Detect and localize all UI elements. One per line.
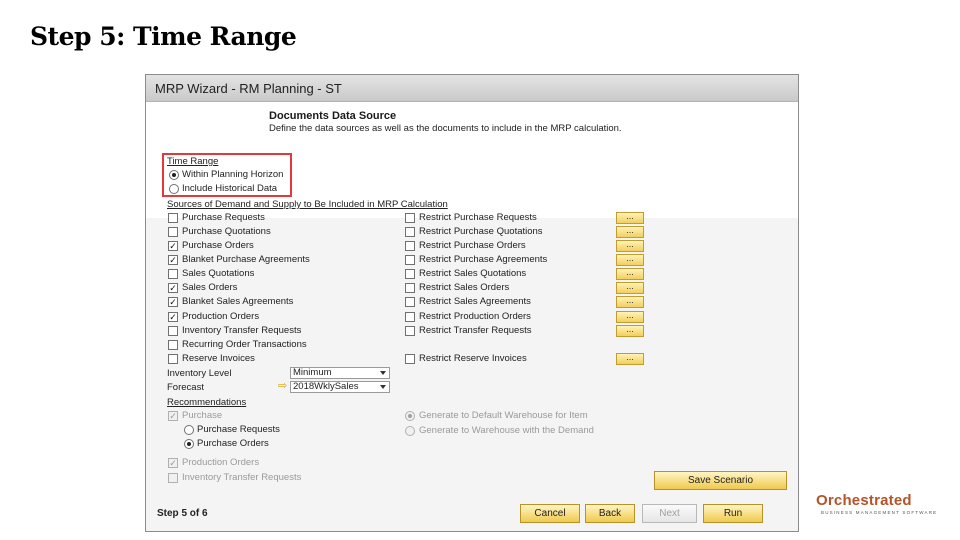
sales-orders-checkbox[interactable]: ✓ [168, 283, 178, 293]
inventory-level-label: Inventory Level [167, 368, 232, 379]
recurring-order-transactions-label: Recurring Order Transactions [182, 339, 307, 350]
restrict-purchase-requests-label: Restrict Purchase Requests [419, 212, 537, 223]
sources-label: Sources of Demand and Supply to Be Inclu… [167, 199, 448, 210]
inventory-level-select[interactable]: Minimum [290, 367, 390, 379]
reserve-invoices-label: Reserve Invoices [182, 353, 255, 364]
restrict-transfer-requests-checkbox[interactable] [405, 326, 415, 336]
restrict-purchase-agreements-button[interactable]: ... [616, 254, 644, 266]
sales-quotations-checkbox[interactable] [168, 269, 178, 279]
default-warehouse-radio[interactable] [405, 411, 415, 421]
window-title: MRP Wizard - RM Planning - ST [155, 81, 342, 96]
sales-quotations-label: Sales Quotations [182, 268, 255, 279]
forecast-label: Forecast [167, 382, 204, 393]
cancel-button[interactable]: Cancel [520, 504, 580, 523]
slide-title: Step 5: Time Range [30, 22, 297, 51]
link-arrow-icon[interactable]: ⇨ [278, 379, 287, 392]
blanket-purchase-agreements-checkbox[interactable]: ✓ [168, 255, 178, 265]
within-planning-horizon-radio[interactable] [169, 170, 179, 180]
section-title: Documents Data Source [269, 110, 397, 122]
purchase-orders-checkbox[interactable]: ✓ [168, 241, 178, 251]
purchase-recommendation-checkbox[interactable]: ✓ [168, 411, 178, 421]
restrict-production-orders-label: Restrict Production Orders [419, 311, 531, 322]
purchase-requests-checkbox[interactable] [168, 213, 178, 223]
restrict-purchase-requests-button[interactable]: ... [616, 212, 644, 224]
restrict-purchase-orders-button[interactable]: ... [616, 240, 644, 252]
restrict-transfer-requests-label: Restrict Transfer Requests [419, 325, 532, 336]
orchestrated-logo: Orchestrated [816, 492, 912, 509]
restrict-sales-agreements-button[interactable]: ... [616, 296, 644, 308]
inventory-transfer-requests-checkbox[interactable] [168, 326, 178, 336]
purchase-quotations-label: Purchase Quotations [182, 226, 271, 237]
purchase-orders-label: Purchase Orders [182, 240, 254, 251]
restrict-production-orders-checkbox[interactable] [405, 312, 415, 322]
purchase-requests-radio[interactable] [184, 425, 194, 435]
run-button[interactable]: Run [703, 504, 763, 523]
step-indicator: Step 5 of 6 [157, 508, 208, 519]
purchase-orders-radio[interactable] [184, 439, 194, 449]
restrict-sales-orders-checkbox[interactable] [405, 283, 415, 293]
sales-orders-label: Sales Orders [182, 282, 238, 293]
restrict-sales-agreements-label: Restrict Sales Agreements [419, 296, 531, 307]
restrict-sales-orders-button[interactable]: ... [616, 282, 644, 294]
restrict-purchase-requests-checkbox[interactable] [405, 213, 415, 223]
restrict-reserve-invoices-label: Restrict Reserve Invoices [419, 353, 527, 364]
restrict-reserve-invoices-button[interactable]: ... [616, 353, 644, 365]
recommendations-label: Recommendations [167, 397, 247, 408]
reserve-invoices-checkbox[interactable] [168, 354, 178, 364]
purchase-requests-label: Purchase Requests [182, 212, 265, 223]
forecast-select[interactable]: 2018WklySales [290, 381, 390, 393]
include-historical-data-radio[interactable] [169, 184, 179, 194]
purchase-recommendation-label: Purchase [182, 410, 223, 421]
window-titlebar[interactable]: MRP Wizard - RM Planning - ST [146, 75, 798, 102]
recurring-order-transactions-checkbox[interactable] [168, 340, 178, 350]
purchase-quotations-checkbox[interactable] [168, 227, 178, 237]
production-orders-checkbox[interactable]: ✓ [168, 312, 178, 322]
restrict-purchase-quotations-label: Restrict Purchase Quotations [419, 226, 543, 237]
production-orders-recommendation-label: Production Orders [182, 457, 260, 468]
restrict-sales-agreements-checkbox[interactable] [405, 297, 415, 307]
inventory-transfer-recommendation-label: Inventory Transfer Requests [182, 472, 302, 483]
section-description: Define the data sources as well as the d… [269, 123, 622, 134]
inventory-transfer-requests-label: Inventory Transfer Requests [182, 325, 302, 336]
restrict-sales-quotations-button[interactable]: ... [616, 268, 644, 280]
chevron-down-icon [380, 385, 386, 389]
logo-tagline: BUSINESS MANAGEMENT SOFTWARE [821, 510, 938, 515]
demand-warehouse-radio[interactable] [405, 426, 415, 436]
next-button[interactable]: Next [642, 504, 697, 523]
restrict-sales-quotations-checkbox[interactable] [405, 269, 415, 279]
restrict-purchase-orders-label: Restrict Purchase Orders [419, 240, 526, 251]
restrict-purchase-quotations-button[interactable]: ... [616, 226, 644, 238]
inventory-level-value: Minimum [293, 367, 332, 378]
within-planning-horizon-label: Within Planning Horizon [182, 169, 284, 180]
purchase-requests-radio-label: Purchase Requests [197, 424, 280, 435]
blanket-purchase-agreements-label: Blanket Purchase Agreements [182, 254, 310, 265]
restrict-purchase-agreements-checkbox[interactable] [405, 255, 415, 265]
save-scenario-button[interactable]: Save Scenario [654, 471, 787, 490]
production-orders-recommendation-checkbox[interactable]: ✓ [168, 458, 178, 468]
restrict-reserve-invoices-checkbox[interactable] [405, 354, 415, 364]
back-button[interactable]: Back [585, 504, 635, 523]
blanket-sales-agreements-checkbox[interactable]: ✓ [168, 297, 178, 307]
inventory-transfer-recommendation-checkbox[interactable] [168, 473, 178, 483]
time-range-label: Time Range [167, 156, 219, 167]
demand-warehouse-label: Generate to Warehouse with the Demand [419, 425, 594, 436]
restrict-purchase-orders-checkbox[interactable] [405, 241, 415, 251]
blanket-sales-agreements-label: Blanket Sales Agreements [182, 296, 294, 307]
production-orders-label: Production Orders [182, 311, 260, 322]
include-historical-data-label: Include Historical Data [182, 183, 278, 194]
forecast-value: 2018WklySales [293, 381, 359, 392]
restrict-production-orders-button[interactable]: ... [616, 311, 644, 323]
restrict-transfer-requests-button[interactable]: ... [616, 325, 644, 337]
restrict-sales-orders-label: Restrict Sales Orders [419, 282, 510, 293]
purchase-orders-radio-label: Purchase Orders [197, 438, 269, 449]
restrict-purchase-quotations-checkbox[interactable] [405, 227, 415, 237]
chevron-down-icon [380, 371, 386, 375]
default-warehouse-label: Generate to Default Warehouse for Item [419, 410, 588, 421]
restrict-purchase-agreements-label: Restrict Purchase Agreements [419, 254, 548, 265]
restrict-sales-quotations-label: Restrict Sales Quotations [419, 268, 527, 279]
